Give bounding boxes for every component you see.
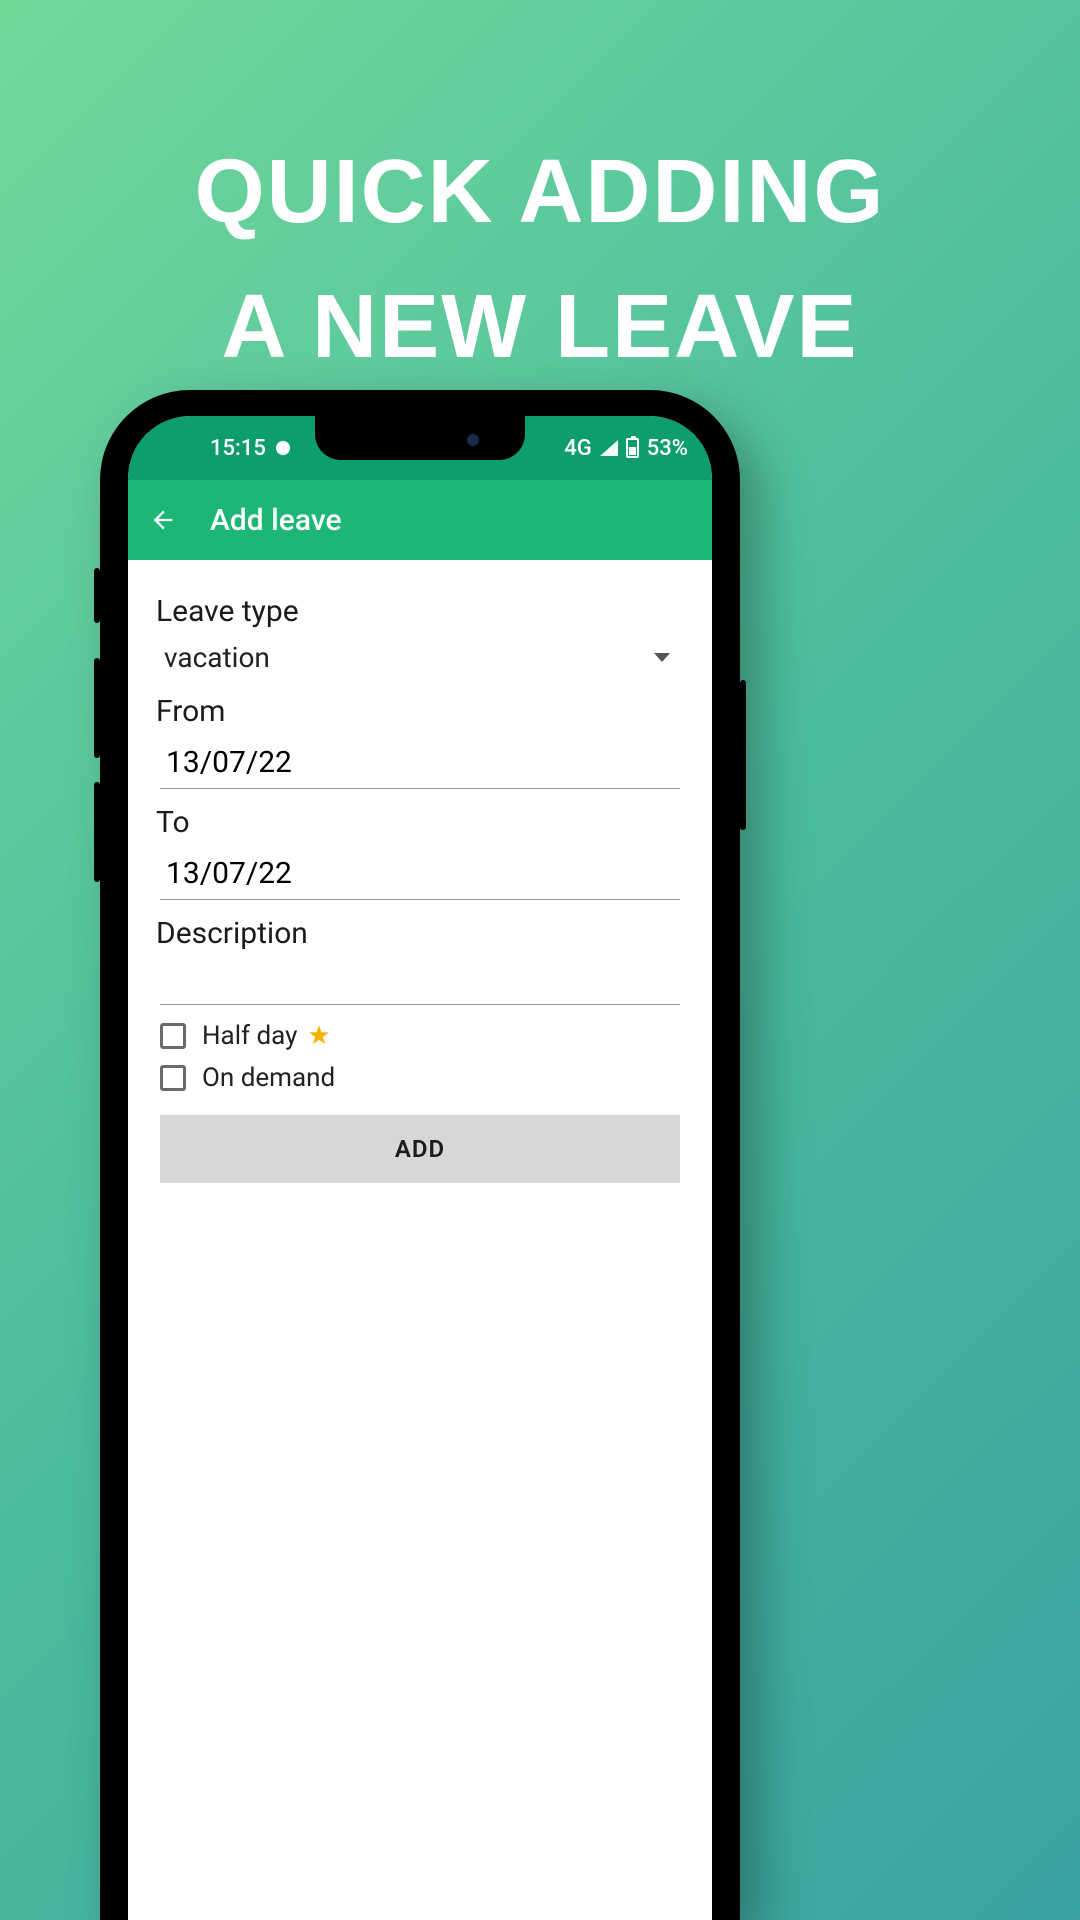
app-bar: Add leave: [128, 480, 712, 560]
phone-power-button: [740, 680, 746, 830]
app-bar-title: Add leave: [210, 503, 342, 538]
promo-headline: QUICK ADDING A NEW LEAVE: [0, 125, 1080, 395]
signal-icon: [600, 440, 618, 456]
phone-screen: 15:15 4G 53% Add leave: [128, 416, 712, 1920]
to-label: To: [156, 805, 684, 840]
status-time: 15:15: [210, 436, 266, 461]
half-day-text: Half day: [202, 1021, 297, 1051]
half-day-label: Half day ★: [202, 1021, 331, 1051]
status-dot-icon: [276, 441, 290, 455]
from-label: From: [156, 694, 684, 729]
status-battery: 53%: [647, 436, 688, 461]
to-date-input[interactable]: 13/07/22: [160, 848, 680, 900]
from-date-input[interactable]: 13/07/22: [160, 737, 680, 789]
add-leave-form: Leave type vacation From 13/07/22 To 13/…: [128, 560, 712, 1183]
star-icon: ★: [307, 1021, 330, 1051]
leave-type-value: vacation: [164, 641, 270, 674]
battery-icon: [626, 438, 639, 458]
half-day-row[interactable]: Half day ★: [160, 1021, 680, 1051]
on-demand-row[interactable]: On demand: [160, 1063, 680, 1093]
chevron-down-icon: [654, 653, 670, 662]
phone-side-button: [94, 568, 100, 623]
on-demand-label: On demand: [202, 1063, 335, 1093]
description-input[interactable]: [160, 959, 680, 1005]
promo-line-2: A NEW LEAVE: [0, 260, 1080, 395]
status-left: 15:15: [210, 436, 290, 461]
on-demand-checkbox[interactable]: [160, 1065, 186, 1091]
phone-volume-down: [94, 782, 100, 882]
leave-type-label: Leave type: [156, 594, 684, 629]
status-right: 4G 53%: [564, 436, 688, 461]
phone-frame: 15:15 4G 53% Add leave: [100, 390, 740, 1920]
add-button[interactable]: ADD: [160, 1115, 680, 1183]
back-button[interactable]: [148, 505, 178, 535]
leave-type-dropdown[interactable]: vacation: [156, 637, 684, 684]
promo-line-1: QUICK ADDING: [0, 125, 1080, 260]
half-day-checkbox[interactable]: [160, 1023, 186, 1049]
status-network: 4G: [564, 436, 592, 461]
phone-notch: [315, 416, 525, 460]
arrow-left-icon: [149, 506, 177, 534]
phone-volume-up: [94, 658, 100, 758]
phone-bezel: 15:15 4G 53% Add leave: [128, 416, 712, 1920]
description-label: Description: [156, 916, 684, 951]
